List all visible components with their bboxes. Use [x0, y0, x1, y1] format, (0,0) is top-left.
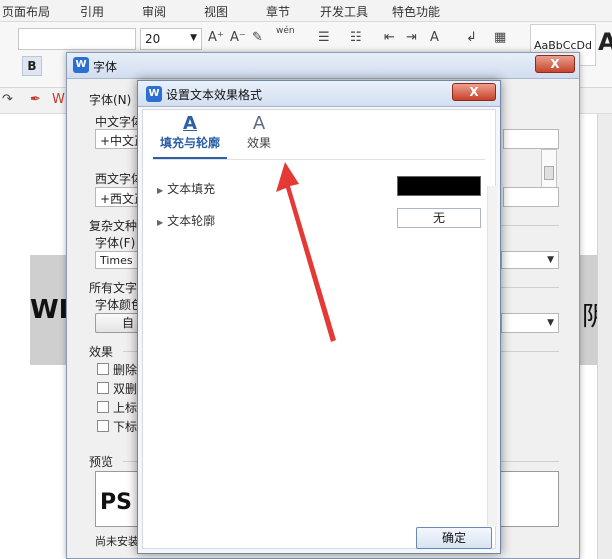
- font-style-field[interactable]: [503, 129, 559, 149]
- ok-button[interactable]: 确定: [416, 527, 492, 549]
- text-fill-section[interactable]: ▶ 文本填充: [157, 180, 215, 197]
- font-color-button[interactable]: 自: [95, 313, 139, 333]
- font-not-installed-note: 尚未安装: [95, 535, 139, 548]
- double-strike-label: 双删: [113, 382, 138, 396]
- menu-review[interactable]: 审阅: [142, 3, 166, 20]
- font-tab[interactable]: 字体(N): [89, 91, 131, 108]
- active-tab-indicator: [153, 157, 227, 159]
- format-painter-icon[interactable]: ✒: [30, 92, 41, 107]
- text-effect-title: 设置文本效果格式: [166, 88, 263, 102]
- bold-button[interactable]: B: [22, 56, 42, 76]
- bullet-list-icon[interactable]: ☰: [318, 30, 330, 45]
- superscript-label: 上标: [113, 401, 138, 415]
- text-effect-close-button[interactable]: X: [452, 83, 496, 101]
- menu-developer[interactable]: 开发工具: [320, 3, 368, 20]
- font-dialog-title: 字体: [93, 60, 118, 74]
- text-effect-pane: A 填充与轮廓 A 效果 ▶ 文本填充 ▶ 文本轮廓 无: [142, 109, 497, 549]
- sort-icon[interactable]: ↲: [466, 30, 477, 45]
- chinese-font-label: 中文字体: [95, 115, 144, 129]
- effects-label: 效果: [89, 345, 114, 359]
- clear-format-icon[interactable]: ✎: [252, 30, 263, 45]
- font-size-select[interactable]: 20 ▼: [140, 28, 202, 50]
- complex-font-label: 字体(F): [95, 236, 136, 250]
- menu-section[interactable]: 章节: [266, 3, 290, 20]
- chevron-right-icon: ▶: [157, 218, 164, 227]
- scroll-thumb[interactable]: [544, 166, 554, 180]
- numbered-list-icon[interactable]: ☷: [350, 30, 362, 45]
- grow-font-icon[interactable]: A⁺: [208, 30, 224, 45]
- tab-fill-outline[interactable]: A 填充与轮廓: [153, 114, 227, 158]
- font-style-scrollbar[interactable]: [541, 149, 557, 189]
- font-size-value: 20: [145, 32, 161, 46]
- style-gallery-heading[interactable]: A: [598, 28, 612, 56]
- text-fill-label: 文本填充: [167, 182, 216, 196]
- font-color-label: 字体颜色: [95, 298, 144, 312]
- font-name-select[interactable]: [18, 28, 136, 50]
- all-text-label: 所有文字: [89, 281, 138, 295]
- text-effect-dialog: W 设置文本效果格式 X A 填充与轮廓 A 效果 ▶ 文本填充 ▶ 文本轮廓 无 …: [137, 80, 501, 554]
- font-dialog-close-button[interactable]: X: [535, 55, 575, 73]
- subscript-label: 下标: [113, 420, 138, 434]
- underline-style-field[interactable]: ▼: [501, 313, 559, 333]
- wps-logo-icon: W: [73, 57, 89, 73]
- text-effect-icon[interactable]: A: [430, 30, 439, 45]
- tab-fill-outline-label: 填充与轮廓: [159, 136, 220, 150]
- table-icon[interactable]: ▦: [494, 30, 506, 45]
- complex-style-field[interactable]: ▼: [501, 251, 559, 269]
- text-outline-label: 文本轮廓: [167, 214, 216, 228]
- text-effect-scrollbar[interactable]: [487, 186, 497, 526]
- menu-page-layout[interactable]: 页面布局: [2, 3, 50, 20]
- font-dialog-titlebar[interactable]: W 字体 X: [67, 53, 579, 79]
- chevron-down-icon: ▼: [547, 318, 554, 328]
- preview-label: 预览: [89, 455, 114, 469]
- indent-decrease-icon[interactable]: ⇤: [384, 30, 395, 45]
- tab-effects-label: 效果: [246, 136, 271, 150]
- chevron-right-icon: ▶: [157, 186, 164, 195]
- western-font-label: 西文字体: [95, 172, 144, 186]
- wps-logo-icon: W: [146, 86, 162, 102]
- menu-bar: 页面布局 引用 审阅 视图 章节 开发工具 特色功能: [0, 0, 612, 22]
- complex-script-label: 复杂文种: [89, 219, 138, 233]
- subscript-checkbox[interactable]: [97, 420, 109, 432]
- phonetic-guide-icon[interactable]: wén: [276, 26, 295, 36]
- menu-view[interactable]: 视图: [204, 3, 228, 20]
- chevron-down-icon: ▼: [190, 33, 197, 43]
- shrink-font-icon[interactable]: A⁻: [230, 30, 246, 45]
- text-outline-section[interactable]: ▶ 文本轮廓: [157, 212, 215, 229]
- double-strike-checkbox[interactable]: [97, 382, 109, 394]
- western-style-field[interactable]: [503, 187, 559, 207]
- redo-icon[interactable]: ↷: [2, 92, 13, 107]
- effects-icon: A: [252, 113, 266, 134]
- superscript-checkbox[interactable]: [97, 401, 109, 413]
- wps-icon[interactable]: W: [52, 92, 65, 107]
- strikethrough-checkbox[interactable]: [97, 363, 109, 375]
- text-fill-color-button[interactable]: [397, 176, 481, 196]
- text-outline-value-button[interactable]: 无: [397, 208, 481, 228]
- menu-references[interactable]: 引用: [80, 3, 104, 20]
- strikethrough-label: 删除: [113, 363, 138, 377]
- text-effect-titlebar[interactable]: W 设置文本效果格式 X: [138, 81, 500, 107]
- fill-outline-icon: A: [183, 113, 197, 134]
- tab-divider: [153, 159, 485, 160]
- document-scrollbar[interactable]: [597, 114, 612, 559]
- indent-increase-icon[interactable]: ⇥: [406, 30, 417, 45]
- tab-effects[interactable]: A 效果: [239, 114, 279, 158]
- chevron-down-icon: ▼: [547, 255, 554, 265]
- menu-special[interactable]: 特色功能: [392, 3, 440, 20]
- document-text-left: WI: [30, 295, 69, 325]
